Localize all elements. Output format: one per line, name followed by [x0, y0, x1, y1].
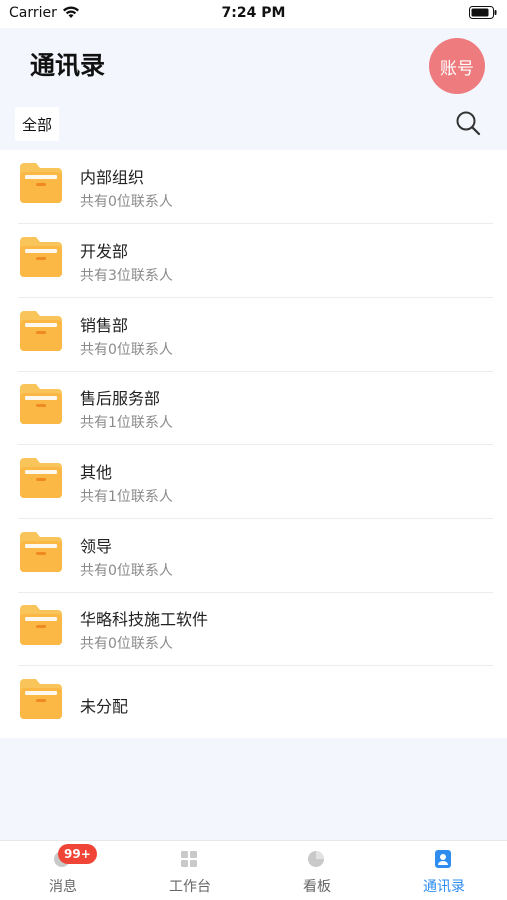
folder-icon [20, 679, 62, 719]
unread-badge: 99+ [58, 844, 97, 864]
tab-bar: 99+ 消息 工作台 看板 通讯录 [0, 840, 507, 900]
tab-dashboard[interactable]: 看板 [254, 841, 380, 900]
contact-count: 共有1位联系人 [80, 489, 173, 505]
tab-label: 看板 [303, 879, 331, 895]
tab-label: 消息 [49, 879, 77, 895]
tab-label: 工作台 [169, 879, 211, 895]
contacts-icon [435, 850, 451, 868]
battery-icon [469, 6, 497, 19]
department-item[interactable]: 华略科技施工软件 共有0位联系人 [0, 592, 507, 666]
folder-icon [20, 163, 62, 203]
department-name: 其他 [80, 463, 113, 482]
page-title: 通讯录 [30, 51, 106, 80]
search-icon[interactable] [455, 110, 481, 136]
contact-count: 共有0位联系人 [80, 563, 173, 579]
department-item[interactable]: 内部组织 共有0位联系人 [0, 150, 507, 224]
folder-icon [20, 605, 62, 645]
tab-workbench[interactable]: 工作台 [127, 841, 253, 900]
department-list: 内部组织 共有0位联系人 开发部 共有3位联系人 销售部 共有0位联系人 售后服… [0, 150, 507, 738]
folder-icon [20, 237, 62, 277]
department-name: 开发部 [80, 242, 129, 261]
filter-all-button[interactable]: 全部 [15, 107, 60, 141]
folder-icon [20, 384, 62, 424]
department-item[interactable]: 销售部 共有0位联系人 [0, 298, 507, 372]
pie-icon [308, 851, 324, 867]
folder-icon [20, 532, 62, 572]
department-item[interactable]: 领导 共有0位联系人 [0, 519, 507, 593]
department-item[interactable]: 未分配 [0, 666, 507, 740]
department-item[interactable]: 其他 共有1位联系人 [0, 445, 507, 519]
tab-contacts[interactable]: 通讯录 [381, 841, 507, 900]
status-bar: Carrier 7:24 PM [0, 0, 507, 28]
department-name: 华略科技施工软件 [80, 610, 209, 629]
department-name: 未分配 [80, 697, 129, 716]
grid-icon [181, 851, 197, 867]
account-button[interactable]: 账号 [429, 38, 485, 94]
contact-count: 共有0位联系人 [80, 194, 173, 210]
contact-count: 共有1位联系人 [80, 415, 173, 431]
folder-icon [20, 311, 62, 351]
department-name: 售后服务部 [80, 389, 161, 408]
contact-count: 共有0位联系人 [80, 636, 173, 652]
department-item[interactable]: 开发部 共有3位联系人 [0, 224, 507, 298]
tab-messages[interactable]: 99+ 消息 [0, 841, 126, 900]
clock: 7:24 PM [221, 5, 286, 21]
department-name: 内部组织 [80, 168, 145, 187]
contact-count: 共有0位联系人 [80, 342, 173, 358]
folder-icon [20, 458, 62, 498]
department-item[interactable]: 售后服务部 共有1位联系人 [0, 371, 507, 445]
tab-label: 通讯录 [423, 879, 465, 895]
contact-count: 共有3位联系人 [80, 268, 173, 284]
header: 通讯录 账号 全部 [0, 28, 507, 150]
department-name: 销售部 [80, 316, 129, 335]
department-name: 领导 [80, 537, 113, 556]
